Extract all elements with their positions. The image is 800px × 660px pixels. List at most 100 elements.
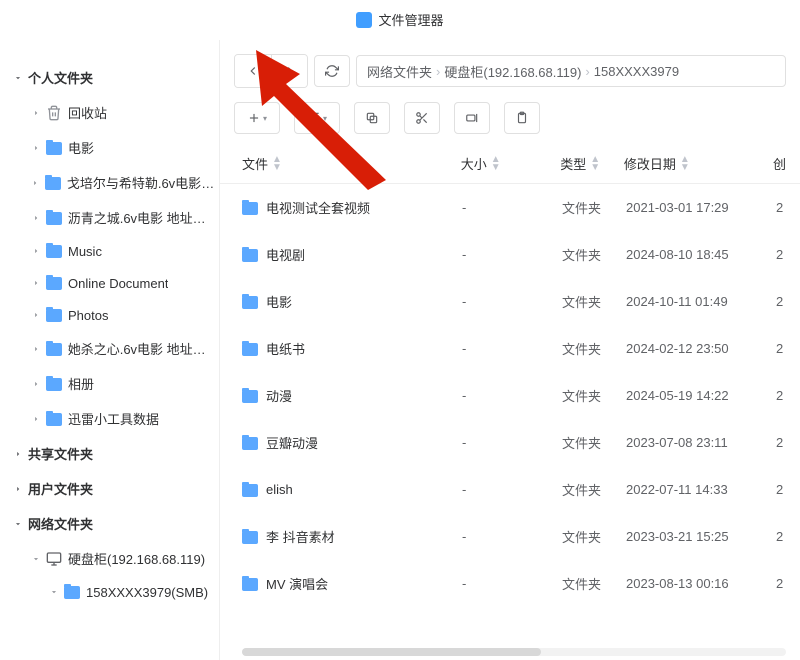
file-type: 文件夹 — [562, 433, 626, 452]
folder-icon — [242, 341, 258, 356]
sidebar-item-0-9[interactable]: 迅雷小工具数据 — [0, 401, 219, 436]
column-name[interactable]: 文件▲▼ — [242, 154, 461, 173]
sidebar-item-0-5[interactable]: Online Document — [0, 267, 219, 299]
table-header: 文件▲▼ 大小▲▼ 类型▲▼ 修改日期▲▼ 创 — [220, 144, 800, 184]
breadcrumb[interactable]: 网络文件夹›硬盘柜(192.168.68.119)›158XXXX3979 — [356, 55, 786, 87]
caret-right-icon — [12, 448, 24, 460]
folder-icon — [46, 210, 62, 226]
paste-button[interactable] — [504, 102, 540, 134]
table-row[interactable]: MV 演唱会 - 文件夹 2023-08-13 00:16 2 — [220, 560, 800, 607]
table-row[interactable]: 动漫 - 文件夹 2024-05-19 14:22 2 — [220, 372, 800, 419]
folder-icon — [242, 294, 258, 309]
refresh-icon — [325, 64, 339, 78]
horizontal-scrollbar[interactable] — [242, 648, 786, 656]
folder-icon — [242, 435, 258, 450]
action-toolbar: ▾ ▾ — [220, 96, 800, 144]
file-date: 2024-05-19 14:22 — [626, 388, 776, 403]
table-row[interactable]: 电纸书 - 文件夹 2024-02-12 23:50 2 — [220, 325, 800, 372]
sidebar-group-3[interactable]: 网络文件夹 — [0, 506, 219, 541]
folder-icon — [46, 275, 62, 291]
table-row[interactable]: 电视剧 - 文件夹 2024-08-10 18:45 2 — [220, 231, 800, 278]
file-name: 电影 — [266, 292, 292, 311]
refresh-button[interactable] — [314, 55, 350, 87]
sidebar-item-0-3[interactable]: 沥青之城.6v电影 地址发布 — [0, 200, 219, 235]
plus-icon — [247, 111, 261, 125]
forward-button[interactable] — [271, 55, 307, 87]
file-size: - — [462, 482, 562, 497]
file-size: - — [462, 341, 562, 356]
sidebar-item-label: 硬盘柜(192.168.68.119) — [68, 549, 205, 568]
add-button[interactable]: ▾ — [234, 102, 280, 134]
sidebar-group-1[interactable]: 共享文件夹 — [0, 436, 219, 471]
sidebar-item-3-0-0[interactable]: 158XXXX3979(SMB) — [0, 576, 219, 608]
sidebar-group-label: 网络文件夹 — [28, 514, 93, 533]
file-type: 文件夹 — [562, 574, 626, 593]
table-row[interactable]: 豆瓣动漫 - 文件夹 2023-07-08 23:11 2 — [220, 419, 800, 466]
table-row[interactable]: 李 抖音素材 - 文件夹 2023-03-21 15:25 2 — [220, 513, 800, 560]
scissors-icon — [415, 111, 429, 125]
column-date[interactable]: 修改日期▲▼ — [624, 154, 773, 173]
app-icon — [356, 12, 372, 28]
file-created: 2 — [776, 482, 786, 497]
sidebar-item-label: 戈培尔与希特勒.6v电影 地址 — [67, 173, 215, 192]
sidebar-item-0-0[interactable]: 回收站 — [0, 95, 219, 130]
copy-button[interactable] — [354, 102, 390, 134]
file-date: 2022-07-11 14:33 — [626, 482, 776, 497]
caret-down-icon — [12, 518, 24, 530]
column-type[interactable]: 类型▲▼ — [560, 154, 624, 173]
caret-down-icon: ▾ — [263, 114, 267, 123]
sidebar-group-label: 用户文件夹 — [28, 479, 93, 498]
column-created[interactable]: 创 — [773, 154, 786, 173]
sidebar-group-label: 共享文件夹 — [28, 444, 93, 463]
table-row[interactable]: elish - 文件夹 2022-07-11 14:33 2 — [220, 466, 800, 513]
table-row[interactable]: 电视测试全套视频 - 文件夹 2021-03-01 17:29 2 — [220, 184, 800, 231]
breadcrumb-part-2[interactable]: 158XXXX3979 — [594, 64, 679, 79]
sidebar-item-0-4[interactable]: Music — [0, 235, 219, 267]
rename-button[interactable] — [454, 102, 490, 134]
scrollbar-thumb[interactable] — [242, 648, 541, 656]
file-size: - — [462, 247, 562, 262]
main-panel: 网络文件夹›硬盘柜(192.168.68.119)›158XXXX3979 ▾ … — [220, 40, 800, 660]
file-type: 文件夹 — [562, 292, 626, 311]
sidebar-group-2[interactable]: 用户文件夹 — [0, 471, 219, 506]
caret-right-icon — [30, 309, 42, 321]
file-date: 2023-07-08 23:11 — [626, 435, 776, 450]
sidebar-item-0-8[interactable]: 相册 — [0, 366, 219, 401]
file-created: 2 — [776, 435, 786, 450]
paste-icon — [515, 111, 529, 125]
folder-icon — [242, 388, 258, 403]
file-created: 2 — [776, 341, 786, 356]
file-date: 2023-08-13 00:16 — [626, 576, 776, 591]
folder-icon — [45, 175, 61, 191]
breadcrumb-part-0[interactable]: 网络文件夹 — [367, 62, 432, 81]
cut-button[interactable] — [404, 102, 440, 134]
file-type: 文件夹 — [562, 339, 626, 358]
file-created: 2 — [776, 294, 786, 309]
sidebar-item-0-2[interactable]: 戈培尔与希特勒.6v电影 地址 — [0, 165, 219, 200]
sidebar-item-0-6[interactable]: Photos — [0, 299, 219, 331]
folder-icon — [242, 247, 258, 262]
back-button[interactable] — [235, 55, 271, 87]
caret-right-icon — [30, 277, 42, 289]
file-size: - — [462, 200, 562, 215]
file-name: 动漫 — [266, 386, 292, 405]
caret-down-icon — [30, 553, 42, 565]
sidebar-item-3-0[interactable]: 硬盘柜(192.168.68.119) — [0, 541, 219, 576]
file-type: 文件夹 — [562, 245, 626, 264]
file-type: 文件夹 — [562, 527, 626, 546]
sidebar-group-0[interactable]: 个人文件夹 — [0, 60, 219, 95]
breadcrumb-part-1[interactable]: 硬盘柜(192.168.68.119) — [444, 62, 581, 81]
sidebar-item-0-1[interactable]: 电影 — [0, 130, 219, 165]
table-row[interactable]: 电影 - 文件夹 2024-10-11 01:49 2 — [220, 278, 800, 325]
file-name: MV 演唱会 — [266, 574, 328, 593]
upload-button[interactable]: ▾ — [294, 102, 340, 134]
file-type: 文件夹 — [562, 480, 626, 499]
sidebar-item-0-7[interactable]: 她杀之心.6v电影 地址发布 — [0, 331, 219, 366]
file-name: 豆瓣动漫 — [266, 433, 318, 452]
caret-right-icon — [30, 378, 42, 390]
column-size[interactable]: 大小▲▼ — [461, 154, 560, 173]
folder-icon — [242, 529, 258, 544]
chevron-right-icon — [283, 64, 297, 78]
file-name: 电视测试全套视频 — [266, 198, 370, 217]
folder-icon — [46, 341, 62, 357]
